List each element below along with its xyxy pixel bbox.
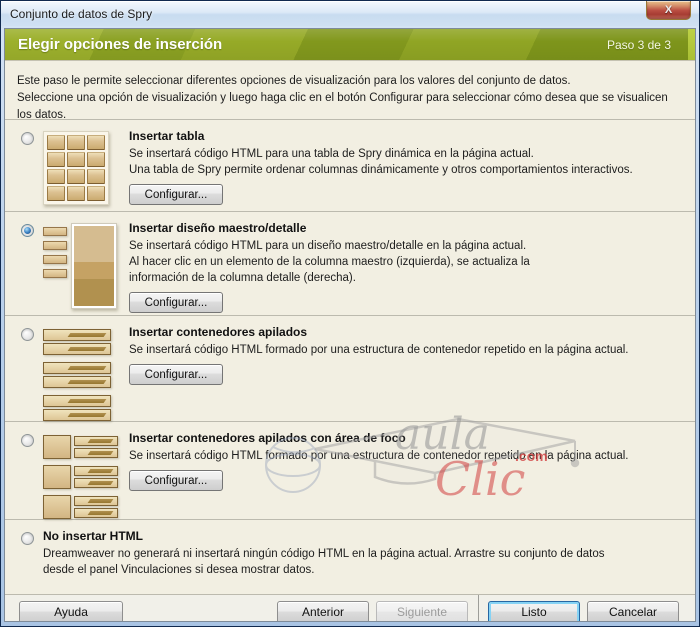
option-title: Insertar tabla	[129, 129, 677, 143]
intro-line-1: Este paso le permite seleccionar diferen…	[17, 73, 683, 90]
option-title: Insertar contenedores apilados	[129, 325, 677, 339]
option-desc-line: Se insertará código HTML para una tabla …	[129, 146, 677, 162]
next-button-disabled[interactable]: Siguiente	[376, 601, 468, 623]
option-desc-line: desde el panel Vinculaciones si desea mo…	[43, 562, 677, 578]
intro-text: Este paso le permite seleccionar diferen…	[5, 61, 695, 119]
close-icon: X	[665, 4, 672, 16]
close-button[interactable]: X	[646, 1, 691, 20]
option-title: No insertar HTML	[43, 529, 677, 543]
radio-stacked-containers[interactable]	[21, 328, 34, 341]
spry-dataset-dialog: Conjunto de datos de Spry X Elegir opcio…	[0, 0, 700, 627]
help-button[interactable]: Ayuda	[19, 601, 123, 623]
configure-stacked-button[interactable]: Configurar...	[129, 364, 223, 385]
back-button[interactable]: Anterior	[277, 601, 369, 623]
option-stacked-spotlight: Insertar contenedores apilados con área …	[5, 421, 695, 519]
radio-master-detail[interactable]	[21, 224, 34, 237]
configure-spotlight-button[interactable]: Configurar...	[129, 470, 223, 491]
option-insert-table: Insertar tabla Se insertará código HTML …	[5, 119, 695, 211]
wizard-header: Elegir opciones de inserción Paso 3 de 3	[5, 29, 695, 61]
option-stacked-containers: Insertar contenedores apilados Se insert…	[5, 315, 695, 421]
cancel-button[interactable]: Cancelar	[587, 601, 679, 623]
option-desc-line: Se insertará código HTML formado por una…	[129, 342, 677, 358]
option-desc-line: Se insertará código HTML para un diseño …	[129, 238, 677, 254]
titlebar[interactable]: Conjunto de datos de Spry X	[1, 1, 699, 26]
footer-divider	[478, 595, 479, 622]
page-title: Elegir opciones de inserción	[18, 36, 222, 53]
option-desc-line: Una tabla de Spry permite ordenar column…	[129, 162, 677, 178]
stacked-containers-icon	[43, 327, 129, 421]
radio-insert-table[interactable]	[21, 132, 34, 145]
step-indicator: Paso 3 de 3	[607, 38, 671, 52]
option-desc-line: Dreamweaver no generará ni insertará nin…	[43, 546, 677, 562]
window-title: Conjunto de datos de Spry	[10, 7, 152, 21]
footer-button-bar: Ayuda Anterior Siguiente Listo Cancelar	[5, 594, 695, 622]
table-grid-icon	[43, 131, 109, 205]
option-no-html: No insertar HTML Dreamweaver no generará…	[5, 519, 695, 594]
dialog-body: Elegir opciones de inserción Paso 3 de 3…	[4, 28, 696, 622]
stacked-spotlight-icon	[43, 433, 129, 519]
radio-no-html[interactable]	[21, 532, 34, 545]
configure-table-button[interactable]: Configurar...	[129, 184, 223, 205]
done-button[interactable]: Listo	[488, 601, 580, 623]
option-desc-line: información de la columna detalle (derec…	[129, 270, 677, 286]
radio-stacked-spotlight[interactable]	[21, 434, 34, 447]
option-title: Insertar contenedores apilados con área …	[129, 431, 677, 445]
option-desc-line: Al hacer clic en un elemento de la colum…	[129, 254, 677, 270]
option-desc-line: Se insertará código HTML formado por una…	[129, 448, 677, 464]
option-title: Insertar diseño maestro/detalle	[129, 221, 677, 235]
option-master-detail: Insertar diseño maestro/detalle Se inser…	[5, 211, 695, 315]
configure-master-detail-button[interactable]: Configurar...	[129, 292, 223, 313]
master-detail-icon	[43, 223, 117, 309]
